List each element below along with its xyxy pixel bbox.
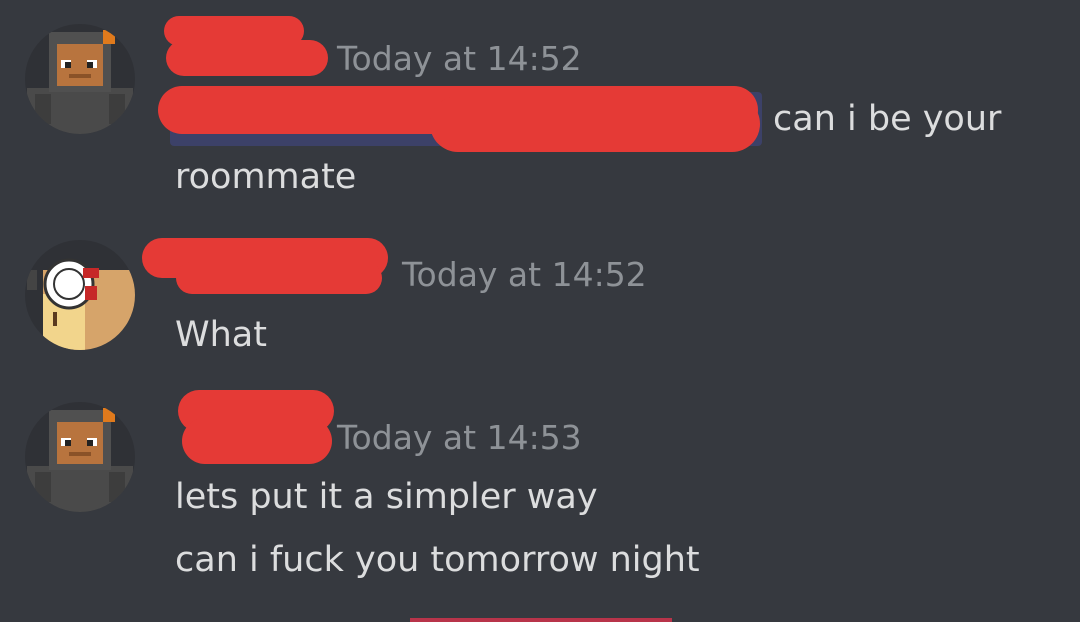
minecraft-skin-avatar-icon[interactable] [25,24,135,134]
message-timestamp: Today at 14:52 [402,255,647,294]
username-redaction [176,262,382,294]
mention-redaction [430,96,760,152]
message-text: can i be your [773,99,1002,139]
new-messages-divider [410,618,672,622]
message-timestamp: Today at 14:52 [337,39,582,78]
username-redaction [182,418,332,464]
message-timestamp: Today at 14:53 [337,418,582,457]
username-redaction [166,40,328,76]
message-text: can i fuck you tomorrow night [175,540,700,580]
message-text: What [175,315,267,355]
minecraft-skin-avatar-icon[interactable] [25,402,135,512]
message-text: lets put it a simpler way [175,477,598,517]
masked-character-avatar-icon[interactable] [25,240,135,350]
message-text: roommate [175,157,357,197]
